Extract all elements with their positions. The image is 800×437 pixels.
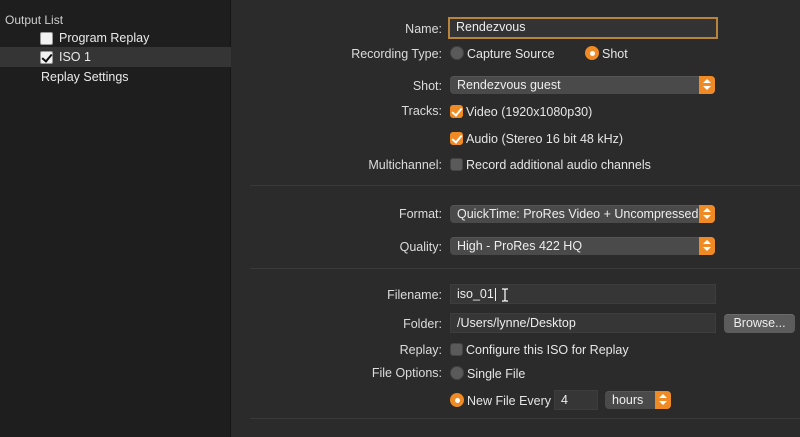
- format-label: Format:: [398, 207, 442, 221]
- section-divider: [250, 268, 800, 269]
- replay-label: Replay:: [399, 343, 442, 357]
- filename-field[interactable]: iso_01: [450, 284, 716, 304]
- replay-option-label: Configure this ISO for Replay: [466, 343, 629, 357]
- video-track-label: Video (1920x1080p30): [466, 105, 593, 119]
- output-item-program-replay[interactable]: Program Replay: [0, 28, 231, 48]
- capture-source-radio[interactable]: [450, 46, 464, 60]
- iso-1-checkbox[interactable]: [40, 50, 53, 64]
- folder-label: Folder:: [403, 317, 442, 331]
- recording-type-label: Recording Type:: [351, 47, 442, 61]
- format-popup[interactable]: QuickTime: ProRes Video + Uncompressed..…: [450, 205, 715, 223]
- new-file-unit-popup[interactable]: hours: [605, 391, 671, 409]
- new-file-unit-value: hours: [612, 393, 644, 407]
- new-file-count-field[interactable]: 4: [554, 390, 598, 410]
- text-caret: [494, 288, 496, 302]
- popup-arrows-icon: [699, 237, 715, 255]
- output-item-iso-1[interactable]: ISO 1: [0, 47, 231, 67]
- quality-popup[interactable]: High - ProRes 422 HQ: [450, 237, 715, 255]
- section-divider: [250, 418, 800, 419]
- iso-settings-panel: Name: Rendezvous Recording Type: Capture…: [232, 0, 800, 437]
- shot-label: Shot:: [412, 79, 442, 93]
- popup-arrows-icon: [655, 391, 671, 409]
- quality-label: Quality:: [399, 240, 442, 254]
- replay-checkbox[interactable]: [450, 343, 463, 356]
- output-list-sidebar: Output List Program Replay ISO 1 Replay …: [0, 0, 231, 437]
- format-popup-value: QuickTime: ProRes Video + Uncompressed..…: [457, 207, 709, 221]
- output-item-label: Program Replay: [59, 31, 150, 45]
- shot-popup-value: Rendezvous guest: [457, 78, 561, 92]
- popup-arrows-icon: [699, 205, 715, 223]
- single-file-label: Single File: [467, 367, 526, 381]
- file-options-label: File Options:: [371, 366, 442, 380]
- output-list-header: Output List: [5, 13, 64, 27]
- program-replay-checkbox[interactable]: [40, 31, 53, 45]
- name-label: Name:: [405, 22, 442, 36]
- audio-track-checkbox[interactable]: [450, 132, 463, 145]
- new-file-every-radio[interactable]: [450, 393, 464, 407]
- tracks-label: Tracks:: [401, 104, 442, 118]
- video-track-checkbox[interactable]: [450, 105, 463, 118]
- folder-field[interactable]: /Users/lynne/Desktop: [450, 313, 716, 333]
- filename-label: Filename:: [387, 288, 442, 302]
- multichannel-option-label: Record additional audio channels: [466, 158, 651, 172]
- shot-popup[interactable]: Rendezvous guest: [450, 76, 715, 94]
- multichannel-label: Multichannel:: [368, 158, 442, 172]
- ibeam-cursor-icon: [502, 288, 508, 302]
- popup-arrows-icon: [699, 76, 715, 94]
- name-field[interactable]: Rendezvous: [448, 17, 718, 39]
- replay-settings-item[interactable]: Replay Settings: [41, 70, 129, 84]
- audio-track-label: Audio (Stereo 16 bit 48 kHz): [466, 132, 624, 146]
- quality-popup-value: High - ProRes 422 HQ: [457, 239, 583, 253]
- shot-radio-label: Shot: [602, 47, 628, 61]
- new-file-every-label: New File Every: [467, 394, 552, 408]
- shot-radio[interactable]: [585, 46, 599, 60]
- section-divider: [250, 185, 800, 186]
- output-item-label: ISO 1: [59, 50, 91, 64]
- capture-source-label: Capture Source: [467, 47, 555, 61]
- filename-value: iso_01: [457, 287, 494, 301]
- browse-button[interactable]: Browse...: [724, 314, 795, 333]
- multichannel-checkbox[interactable]: [450, 158, 463, 171]
- single-file-radio[interactable]: [450, 366, 464, 380]
